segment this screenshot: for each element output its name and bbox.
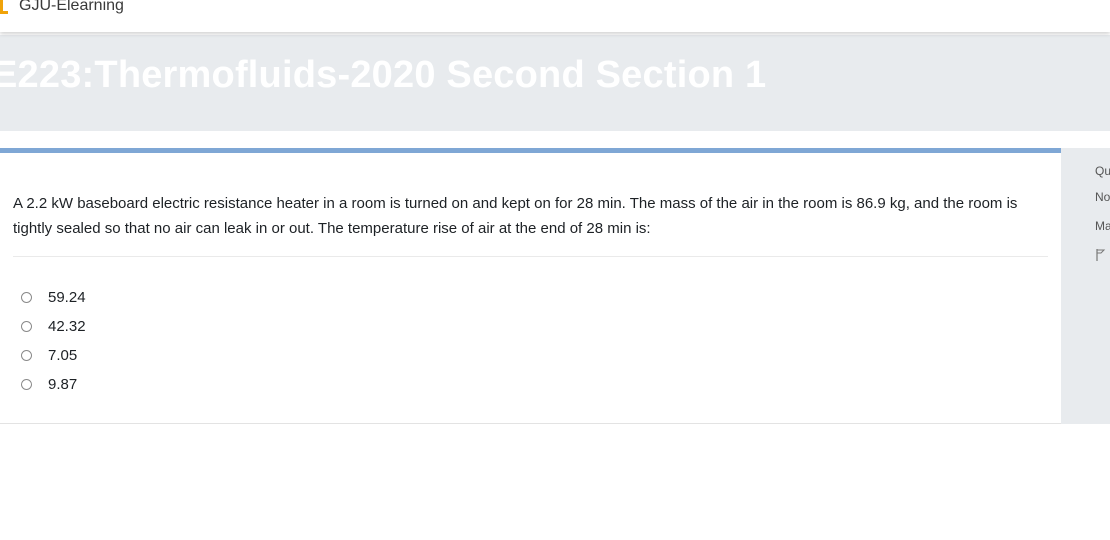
answer-option-d[interactable]: 9.87 — [21, 370, 86, 399]
question-panel: A 2.2 kW baseboard electric resistance h… — [0, 148, 1061, 424]
answer-option-b[interactable]: 42.32 — [21, 312, 86, 341]
flag-icon[interactable] — [1096, 249, 1106, 261]
radio-button[interactable] — [21, 379, 32, 390]
answer-options: 59.24 42.32 7.05 9.87 — [21, 283, 86, 399]
radio-button[interactable] — [21, 321, 32, 332]
question-number-label: Qu — [1095, 164, 1110, 178]
answer-label[interactable]: 7.05 — [48, 347, 77, 364]
site-name-link[interactable]: GJU-Elearning — [19, 0, 124, 15]
answer-option-c[interactable]: 7.05 — [21, 341, 86, 370]
top-navbar: GJU-Elearning — [0, 0, 1110, 32]
answer-option-a[interactable]: 59.24 — [21, 283, 86, 312]
site-logo-icon[interactable] — [0, 0, 8, 14]
question-text: A 2.2 kW baseboard electric resistance h… — [13, 195, 1018, 237]
answer-label[interactable]: 42.32 — [48, 318, 86, 335]
question-divider — [13, 256, 1048, 257]
answer-label[interactable]: 59.24 — [48, 289, 86, 306]
question-marks-label: Ma — [1095, 219, 1110, 233]
course-header: E223:Thermofluids-2020 Second Section 1 — [0, 35, 1110, 131]
question-info-panel: Qu No Ma — [1061, 148, 1110, 424]
question-status-label: No — [1095, 190, 1110, 204]
answer-label[interactable]: 9.87 — [48, 376, 77, 393]
course-title: E223:Thermofluids-2020 Second Section 1 — [0, 54, 767, 96]
radio-button[interactable] — [21, 350, 32, 361]
radio-button[interactable] — [21, 292, 32, 303]
